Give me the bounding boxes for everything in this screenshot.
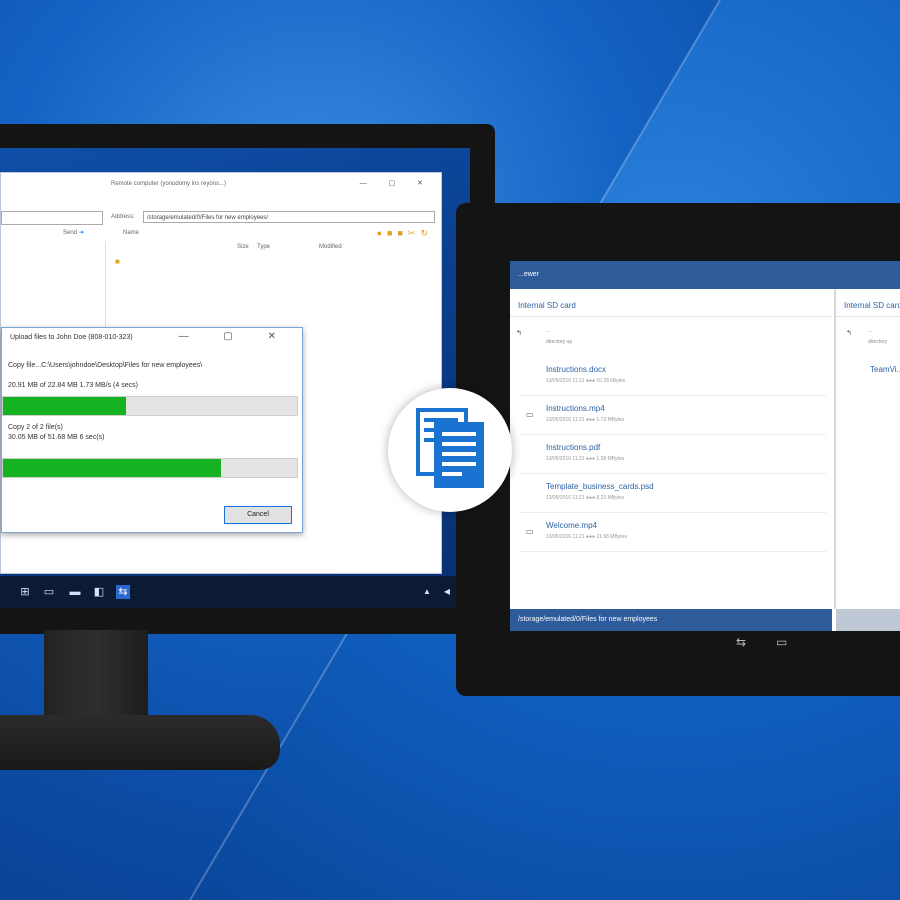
column-header-type[interactable]: Type <box>257 244 270 250</box>
right-pane-title[interactable]: Internal SD card <box>836 295 900 317</box>
toolbar-icons[interactable]: ●■■✂↻ <box>377 228 433 239</box>
file-row[interactable]: Instructions.pdf 13/05/2016 11:21 ●●● 1.2… <box>520 439 826 474</box>
tablet-screen: ...ewer Internal SD card ↰ .. directory … <box>510 261 900 631</box>
file-meta: 13/05/2016 11:21 ●●● 21.68 MBytes <box>546 534 627 540</box>
task-view-icon[interactable]: ▭ <box>42 585 56 599</box>
back-arrow-icon[interactable]: ↰ <box>516 329 522 337</box>
file-name: Instructions.docx <box>546 365 607 374</box>
send-arrow-icon: ➔ <box>79 230 85 236</box>
file-row[interactable]: ▭ Instructions.mp4 13/05/2016 11:21 ●●● 1.… <box>520 400 826 435</box>
left-pane-title[interactable]: Internal SD card <box>510 295 832 317</box>
folder-icon[interactable]: ▬ <box>68 585 82 599</box>
file-transfer-badge <box>388 388 512 512</box>
file-row[interactable]: Template_business_cards.psd 13/05/2016 11… <box>520 478 826 513</box>
documents-icon <box>416 408 484 488</box>
store-icon[interactable]: ◧ <box>92 585 106 599</box>
directory-up-sublabel: directory up <box>546 339 573 345</box>
dialog-title: Upload files to John Doe (808-010-323) <box>10 334 133 341</box>
files-detail-text: 30.05 MB of 51.68 MB 6 sec(s) <box>8 434 105 441</box>
file-name: Welcome.mp4 <box>546 521 597 530</box>
volume-icon[interactable]: ◀ <box>440 585 454 599</box>
file-name: Instructions.mp4 <box>546 404 605 413</box>
file-progress-fill <box>3 397 127 415</box>
windows-icon[interactable]: ⊞ <box>18 585 32 599</box>
file-row[interactable]: ▭ Welcome.mp4 13/05/2016 11:21 ●●● 21.68 M… <box>520 517 826 552</box>
copy-path-text: Copy file...C:\Users\johndoe\Desktop\Fil… <box>8 362 203 369</box>
monitor-stand-base <box>0 715 280 770</box>
local-address-input[interactable] <box>1 211 103 225</box>
file-name: Instructions.pdf <box>546 443 601 452</box>
notification-icon[interactable]: ▲ <box>420 585 434 599</box>
teamviewer-icon[interactable]: ⇆ <box>116 585 130 599</box>
file-row[interactable]: Instructions.docx 13/05/2016 11:21 ●●● 10… <box>520 361 826 396</box>
android-tablet: ...ewer Internal SD card ↰ .. directory … <box>456 203 900 696</box>
windows-taskbar: ⊞ ▭ ▬ ◧ ⇆ ▲ ◀ <box>0 576 470 608</box>
upload-dialog: Upload files to John Doe (808-010-323) —… <box>1 327 303 533</box>
monitor-screen: Remote computer (yonudomy ins reyons...)… <box>0 148 470 608</box>
desktop-monitor: Remote computer (yonudomy ins reyons...)… <box>0 124 495 634</box>
column-header-size[interactable]: Size <box>237 244 249 250</box>
send-button[interactable]: Send <box>63 230 77 236</box>
file-meta: 13/05/2016 11:21 ●●● 10.28 kBytes <box>546 378 626 384</box>
left-file-pane: Internal SD card ↰ .. directory up Instr… <box>510 289 832 609</box>
monitor-stand-neck <box>44 630 148 722</box>
cancel-button[interactable]: Cancel <box>224 506 292 524</box>
folder-icon: ■ <box>115 257 120 266</box>
tablet-app-bar: ...ewer <box>510 261 900 289</box>
remote-computer-label: Remote computer (yonudomy ins reyons...) <box>111 181 227 187</box>
column-header-name[interactable]: Name <box>123 230 139 236</box>
android-nav-buttons[interactable]: ⇆▭ <box>736 635 817 649</box>
right-directory-up-label[interactable]: .. <box>868 327 872 334</box>
file-transfer-window: Remote computer (yonudomy ins reyons...)… <box>0 172 442 574</box>
remote-address-input[interactable]: /storage/emulated/0/Files for new employ… <box>143 211 435 223</box>
right-list-item[interactable]: TeamVi... <box>870 365 900 374</box>
dialog-controls[interactable]: — ▢ ✕ <box>179 331 292 342</box>
right-back-arrow-icon[interactable]: ↰ <box>846 329 852 337</box>
address-label: Address: <box>111 214 135 220</box>
total-progress-bar <box>2 458 298 478</box>
file-meta: 13/05/2016 11:21 ●●● 1.28 MBytes <box>546 456 625 462</box>
video-icon: ▭ <box>526 410 534 419</box>
progress1-text: 20.91 MB of 22.84 MB 1.73 MB/s (4 secs) <box>8 382 138 389</box>
video-icon: ▭ <box>526 527 534 536</box>
file-meta: 13/05/2016 11:21 ●●● 8.23 MBytes <box>546 495 625 501</box>
column-header-modified[interactable]: Modified <box>319 244 342 250</box>
right-file-pane: Internal SD card ↰ .. directory TeamVi..… <box>834 289 900 609</box>
file-progress-bar <box>2 396 298 416</box>
right-directory-up-sublabel: directory <box>868 339 888 345</box>
file-meta: 13/05/2016 11:21 ●●● 1.73 MBytes <box>546 417 625 423</box>
files-count-text: Copy 2 of 2 file(s) <box>8 424 63 431</box>
path-bar: /storage/emulated/0/Files for new employ… <box>510 609 832 631</box>
right-path-bar <box>836 609 900 631</box>
window-controls[interactable]: — ▢ ✕ <box>360 179 433 187</box>
directory-up-label[interactable]: .. <box>546 327 550 334</box>
total-progress-fill <box>3 459 221 477</box>
file-name: Template_business_cards.psd <box>546 482 654 491</box>
